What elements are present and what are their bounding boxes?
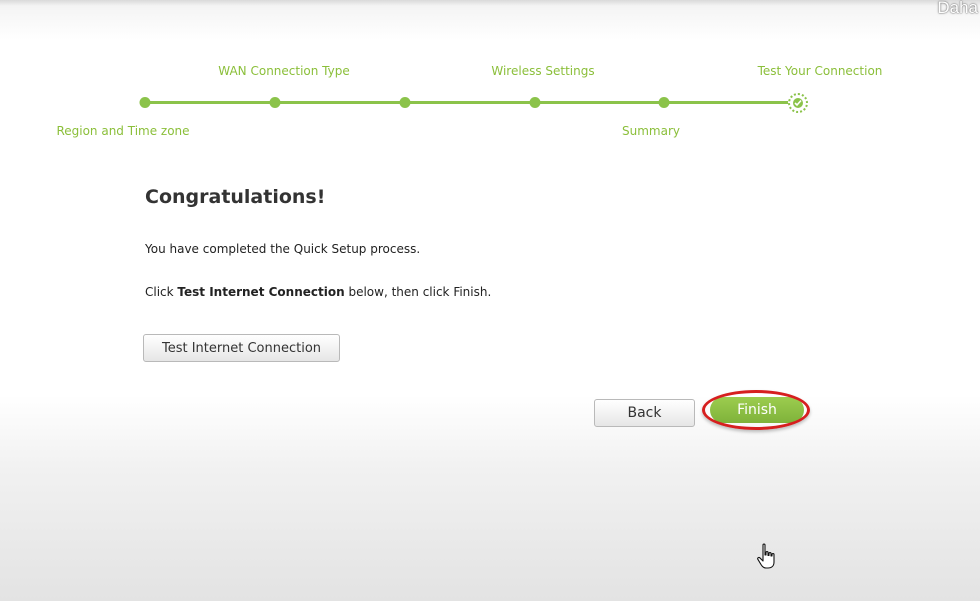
instruction-message: Click Test Internet Connection below, th… <box>145 285 491 299</box>
step-label-summary: Summary <box>622 124 680 138</box>
step-dot-region <box>139 97 151 108</box>
step-label-wan: WAN Connection Type <box>218 64 350 78</box>
hand-pointer-icon <box>756 543 780 575</box>
instruction-bold: Test Internet Connection <box>177 285 345 299</box>
step-label-test: Test Your Connection <box>757 64 883 78</box>
finish-highlight: Finish <box>702 390 814 434</box>
test-internet-connection-button[interactable]: Test Internet Connection <box>143 334 340 362</box>
step-dot-summary <box>658 97 670 108</box>
step-dot-3 <box>399 97 411 108</box>
step-label-region: Region and Time zone <box>56 124 190 138</box>
completion-message: You have completed the Quick Setup proce… <box>145 242 421 256</box>
corner-overlay-text: Daha <box>937 0 978 17</box>
instruction-suffix: below, then click Finish. <box>344 285 492 299</box>
step-dot-wireless <box>529 97 541 108</box>
check-circle-icon <box>788 93 808 113</box>
page-title: Congratulations! <box>145 186 326 208</box>
step-label-wireless: Wireless Settings <box>491 64 595 78</box>
instruction-prefix: Click <box>145 285 178 299</box>
highlight-ring <box>702 390 810 430</box>
progress-track <box>144 101 798 104</box>
step-dot-wan <box>269 97 281 108</box>
back-button[interactable]: Back <box>594 399 695 427</box>
